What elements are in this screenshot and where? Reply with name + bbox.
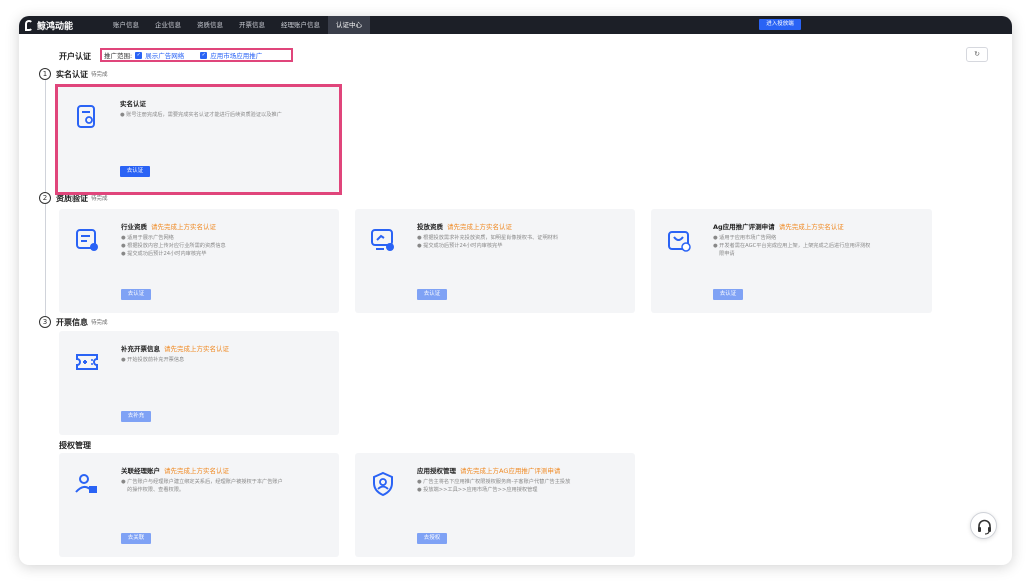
- step-number: 2: [39, 192, 51, 204]
- card-title: 投放资质 请先完成上方实名认证: [417, 223, 512, 231]
- document-badge-icon: [76, 229, 98, 251]
- appauth-grant-button[interactable]: 去授权: [417, 533, 447, 544]
- card-desc: ● 广告账户与经理账户建立绑定关系后，经理账户被授权于本广告账户 的操作权限、查看…: [121, 479, 283, 493]
- enter-ads-button[interactable]: 进入投放端: [759, 19, 801, 30]
- card-title: 行业资质 请先完成上方实名认证: [121, 223, 216, 231]
- card-warning: 请先完成上方实名认证: [164, 345, 229, 353]
- logo-mark-icon: [25, 19, 33, 31]
- card-desc: ● 根据投放需求补充投放资质，如明星肖像授权书、证明材料 ● 提交成功后预计24小…: [417, 235, 559, 249]
- scope-option-appmarket[interactable]: 应用市场应用推广: [210, 50, 262, 60]
- card-warning: 请先完成上方实名认证: [778, 223, 844, 231]
- card-desc: ● 开始投放前补充开票信息: [121, 357, 185, 363]
- monitor-chart-icon: [371, 229, 394, 251]
- nav-item-account[interactable]: 账户信息: [105, 16, 147, 34]
- logo[interactable]: 鲸鸿动能: [25, 19, 105, 32]
- shopping-bag-icon: [668, 231, 691, 252]
- step-status: 待完成: [91, 72, 108, 78]
- invoice-supplement-button[interactable]: 去补充: [121, 411, 151, 422]
- app-window: 鲸鸿动能 账户信息 企业信息 资质信息 开票信息 经理账户信息 认证中心 进入投…: [19, 16, 1012, 565]
- nav-item-manager[interactable]: 经理账户信息: [273, 16, 328, 34]
- industry-verify-button[interactable]: 去认证: [121, 289, 151, 300]
- scope-option-display[interactable]: 展示广告网络: [145, 50, 184, 60]
- card-warning: 请先完成上方实名认证: [447, 223, 512, 231]
- card-manager: 关联经理账户 请先完成上方实名认证 ● 广告账户与经理账户建立绑定关系后，经理账户…: [59, 453, 339, 557]
- card-warning: 请先完成上方AG应用推广评测申请: [460, 467, 561, 475]
- step-number: 3: [39, 316, 51, 328]
- refresh-button[interactable]: ↻: [966, 47, 988, 62]
- section-title-auth: 授权管理: [59, 441, 91, 450]
- step-status: 待完成: [91, 320, 108, 326]
- card-title: 补充开票信息 请先完成上方实名认证: [121, 345, 229, 353]
- step-title: 开票信息: [56, 317, 88, 327]
- checkbox-checked-icon[interactable]: ✓: [200, 51, 208, 59]
- step-1: 1 实名认证 待完成: [39, 68, 108, 80]
- top-nav: 鲸鸿动能 账户信息 企业信息 资质信息 开票信息 经理账户信息 认证中心 进入投…: [19, 16, 1012, 34]
- users-icon: [75, 474, 97, 493]
- card-warning: 请先完成上方实名认证: [151, 223, 216, 231]
- ag-apply-button[interactable]: 去认证: [713, 289, 743, 300]
- card-invoice: 补充开票信息 请先完成上方实名认证 ● 开始投放前补充开票信息 去补充: [59, 331, 339, 435]
- card-warning: 请先完成上方实名认证: [164, 467, 229, 475]
- nav-item-qualification[interactable]: 资质信息: [189, 16, 231, 34]
- nav-item-invoice[interactable]: 开票信息: [231, 16, 273, 34]
- ads-verify-button[interactable]: 去认证: [417, 289, 447, 300]
- step-3: 3 开票信息 待完成: [39, 316, 108, 328]
- headset-icon: [978, 519, 991, 535]
- ticket-icon: [76, 354, 98, 370]
- logo-text: 鲸鸿动能: [37, 21, 74, 32]
- nav-item-company[interactable]: 企业信息: [147, 16, 189, 34]
- nav-item-certification[interactable]: 认证中心: [328, 16, 370, 34]
- card-desc: ● 适用于展示广告网络 ● 根据投放内容上传对应行业所需的资质信息 ● 提交成功后预…: [121, 235, 226, 257]
- highlight-box: [55, 84, 342, 195]
- card-desc: ● 广告主将名下应用推广权限授权服务商-子客账户代替广告主投放 ● 投放端>>工具…: [417, 479, 571, 493]
- card-ag: Ag应用推广评测申请 请先完成上方实名认证 ● 适用于应用市场广告网络 ● 开发者需…: [651, 209, 932, 313]
- card-title: 应用授权管理 请先完成上方AG应用推广评测申请: [417, 467, 561, 475]
- scope-label: 推广范围:: [104, 52, 133, 60]
- refresh-icon: ↻: [974, 50, 980, 58]
- shield-user-icon: [373, 471, 393, 497]
- page-title: 开户认证: [59, 52, 91, 61]
- card-title: 关联经理账户 请先完成上方实名认证: [121, 467, 229, 475]
- help-button[interactable]: [970, 512, 997, 539]
- manager-link-button[interactable]: 去关联: [121, 533, 151, 544]
- card-desc: ● 适用于应用市场广告网络 ● 开发者需在AGC平台完成应用上架，上架完成之后进行…: [713, 235, 871, 257]
- card-industry: 行业资质 请先完成上方实名认证 ● 适用于展示广告网络 ● 根据投放内容上传对应行业…: [59, 209, 339, 313]
- step-title: 实名认证: [56, 69, 88, 79]
- step-status: 待完成: [91, 196, 108, 202]
- card-ads: 投放资质 请先完成上方实名认证 ● 根据投放需求补充投放资质，如明星肖像授权书、证…: [355, 209, 635, 313]
- scope-selector: 推广范围: ✓ 展示广告网络 ✓ 应用市场应用推广: [100, 48, 293, 62]
- checkbox-checked-icon[interactable]: ✓: [135, 51, 143, 59]
- card-appauth: 应用授权管理 请先完成上方AG应用推广评测申请 ● 广告主将名下应用推广权限授权服…: [355, 453, 635, 557]
- step-number: 1: [39, 68, 51, 80]
- card-title: Ag应用推广评测申请 请先完成上方实名认证: [713, 223, 844, 231]
